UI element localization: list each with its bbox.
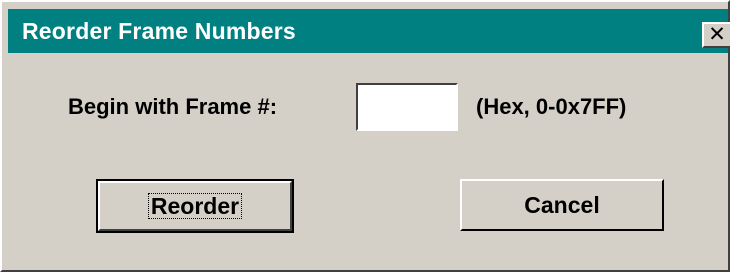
cancel-button-label: Cancel bbox=[524, 192, 600, 218]
reorder-frame-numbers-dialog: Reorder Frame Numbers ✕ Begin with Frame… bbox=[0, 0, 730, 272]
hex-range-hint: (Hex, 0-0x7FF) bbox=[476, 94, 627, 119]
cancel-button[interactable]: Cancel bbox=[460, 179, 664, 231]
reorder-button-label-wrap: Reorder bbox=[98, 193, 292, 219]
title-bar[interactable]: Reorder Frame Numbers ✕ bbox=[8, 9, 730, 53]
reorder-button-label: Reorder bbox=[147, 193, 243, 219]
begin-frame-input[interactable] bbox=[356, 83, 458, 131]
close-button[interactable]: ✕ bbox=[702, 22, 730, 48]
begin-frame-label: Begin with Frame #: bbox=[68, 94, 278, 119]
reorder-button[interactable]: Reorder bbox=[96, 179, 294, 233]
dialog-title: Reorder Frame Numbers bbox=[22, 18, 296, 44]
close-icon: ✕ bbox=[708, 23, 726, 46]
